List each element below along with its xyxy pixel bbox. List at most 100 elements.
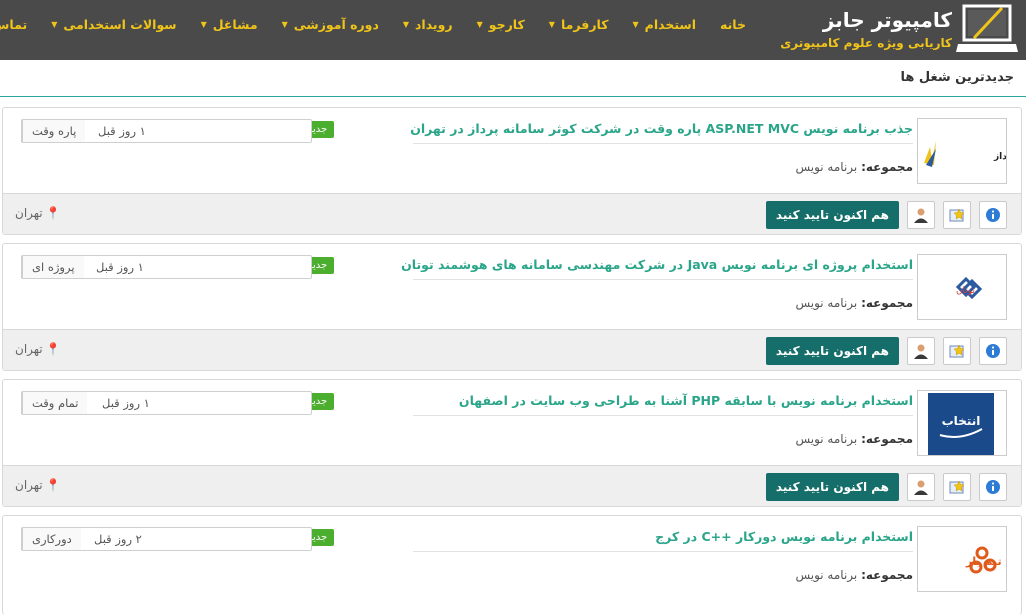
company-logo[interactable]: انتخاب — [918, 390, 1008, 456]
card-footer: هم اکنون تایید کنید 📍تهران — [4, 193, 1022, 234]
nav-jobseeker[interactable]: کارجو ▼ — [478, 14, 526, 34]
job-card: کوثر سامانه پرداز جذب برنامه نویس ASP.NE… — [3, 107, 1023, 235]
job-title-link[interactable]: استخدام پروژه ای برنامه نویس Java در شرک… — [402, 257, 914, 272]
nav-label: دوره آموزشی — [294, 16, 380, 32]
posted-date: ۱ روز قبل — [97, 260, 145, 274]
posted-date: ۱ روز قبل — [99, 124, 147, 138]
chevron-down-icon: ▼ — [52, 19, 59, 29]
info-icon — [987, 480, 1001, 494]
posted-date: ۱ روز قبل — [103, 396, 151, 410]
job-title-link[interactable]: استخدام برنامه نویس با سابقه PHP آشنا به… — [460, 393, 914, 408]
map-pin-icon: 📍 — [46, 478, 62, 492]
card-footer: هم اکنون تایید کنید 📍تهران — [4, 329, 1022, 370]
user-icon — [915, 480, 929, 495]
company-logo[interactable]: تیم یار — [918, 526, 1008, 592]
card-footer: هم اکنون تایید کنید 📍تهران — [4, 465, 1022, 506]
job-type: پروژه ای — [23, 256, 85, 278]
logo-text: تیم یار — [966, 555, 1003, 568]
main-nav: خانه استخدام ▼ کارفرما ▼ کارجو ▼ رویداد ▼ دو… — [0, 14, 747, 34]
user-button[interactable] — [908, 337, 936, 365]
chevron-down-icon: ▼ — [403, 19, 411, 29]
nav-home[interactable]: خانه — [721, 14, 747, 34]
job-category: مجموعه: برنامه نویس — [796, 568, 914, 582]
info-button[interactable] — [980, 337, 1008, 365]
job-category: مجموعه: برنامه نویس — [796, 160, 914, 174]
nav-label: خانه — [721, 16, 747, 32]
company-logo[interactable]: کوثر سامانه پرداز — [918, 118, 1008, 184]
nav-course[interactable]: دوره آموزشی ▼ — [283, 14, 380, 34]
location-text: تهران — [16, 342, 44, 356]
site-subtitle: کاریابی ویژه علوم کامپیوتری — [781, 36, 953, 50]
star-note-icon — [950, 344, 966, 358]
nav-event[interactable]: رویداد ▼ — [404, 14, 454, 34]
category-value: برنامه نویس — [796, 568, 859, 582]
job-meta-box: پروژه ای ۱ روز قبل — [22, 255, 313, 279]
info-icon — [987, 344, 1001, 358]
location-text: تهران — [16, 206, 44, 220]
star-note-icon — [950, 208, 966, 222]
logo-text: کوثر سامانه پرداز — [994, 152, 1007, 162]
info-button[interactable] — [980, 201, 1008, 229]
user-button[interactable] — [908, 201, 936, 229]
category-value: برنامه نویس — [796, 432, 859, 446]
company-logo[interactable]: توتان — [918, 254, 1008, 320]
job-type: پاره وقت — [23, 120, 87, 142]
logo-text: انتخاب — [943, 414, 982, 428]
job-title-link[interactable]: استخدام برنامه نویس دورکار ++C در کرج — [656, 529, 914, 544]
job-card: توتان استخدام پروژه ای برنامه نویس Java … — [3, 243, 1023, 371]
job-title-link[interactable]: جذب برنامه نویس ASP.NET MVC پاره وقت در … — [411, 121, 914, 136]
chevron-down-icon: ▼ — [633, 19, 640, 29]
site-title: کامپیوتر جابز — [823, 8, 953, 32]
top-navbar: کامپیوتر جابز کاریابی ویژه علوم کامپیوتر… — [0, 0, 1027, 60]
page-title: جدیدترین شغل ها — [901, 70, 1016, 85]
nav-label: کارفرما — [561, 16, 610, 32]
job-location: 📍تهران — [16, 478, 62, 492]
job-category: مجموعه: برنامه نویس — [796, 432, 914, 446]
nav-interview-questions[interactable]: سوالات استخدامی ▼ — [52, 14, 177, 34]
bookmark-button[interactable] — [944, 473, 972, 501]
nav-label: مشاغل — [213, 16, 259, 32]
job-card: تیم یار استخدام برنامه نویس دورکار ++C د… — [3, 515, 1023, 615]
divider — [414, 551, 914, 552]
posted-date: ۲ روز قبل — [95, 532, 143, 546]
site-logo[interactable]: کامپیوتر جابز کاریابی ویژه علوم کامپیوتر… — [781, 4, 1021, 56]
approve-now-button[interactable]: هم اکنون تایید کنید — [766, 337, 900, 365]
nav-employer[interactable]: کارفرما ▼ — [550, 14, 610, 34]
title-divider — [0, 96, 1027, 97]
job-location: 📍تهران — [16, 342, 62, 356]
approve-now-button[interactable]: هم اکنون تایید کنید — [766, 473, 900, 501]
chevron-down-icon: ▼ — [282, 19, 289, 29]
category-value: برنامه نویس — [796, 160, 859, 174]
category-label: مجموعه: — [862, 296, 914, 310]
divider — [414, 143, 914, 144]
chevron-down-icon: ▼ — [477, 19, 484, 29]
user-button[interactable] — [908, 473, 936, 501]
info-button[interactable] — [980, 473, 1008, 501]
nav-label: کارجو — [489, 16, 526, 32]
kowsar-logo-icon: کوثر سامانه پرداز — [925, 141, 1007, 167]
bookmark-button[interactable] — [944, 201, 972, 229]
nav-jobs[interactable]: مشاغل ▼ — [202, 14, 259, 34]
nav-label: تماس با ما — [0, 16, 29, 32]
nav-label: سوالات استخدامی — [64, 16, 178, 32]
nav-contact[interactable]: تماس با ما▼ — [0, 14, 28, 34]
job-meta-box: پاره وقت ۱ روز قبل — [22, 119, 313, 143]
approve-now-button[interactable]: هم اکنون تایید کنید — [766, 201, 900, 229]
job-title-text: استخدام برنامه نویس دورکار ++C در کرج — [656, 529, 914, 544]
entekhab-logo-icon: انتخاب — [929, 393, 995, 455]
user-icon — [915, 208, 929, 223]
nav-label: رویداد — [416, 16, 454, 32]
info-icon — [987, 208, 1001, 222]
map-pin-icon: 📍 — [46, 342, 62, 356]
job-meta-box: دورکاری ۲ روز قبل — [22, 527, 313, 551]
nav-recruitment[interactable]: استخدام ▼ — [634, 14, 698, 34]
category-value: برنامه نویس — [796, 296, 859, 310]
bookmark-button[interactable] — [944, 337, 972, 365]
divider — [414, 279, 914, 280]
job-type: تمام وقت — [23, 392, 89, 414]
map-pin-icon: 📍 — [46, 206, 62, 220]
category-label: مجموعه: — [862, 568, 914, 582]
category-label: مجموعه: — [862, 432, 914, 446]
laptop-icon — [957, 4, 1019, 52]
chevron-down-icon: ▼ — [201, 19, 208, 29]
